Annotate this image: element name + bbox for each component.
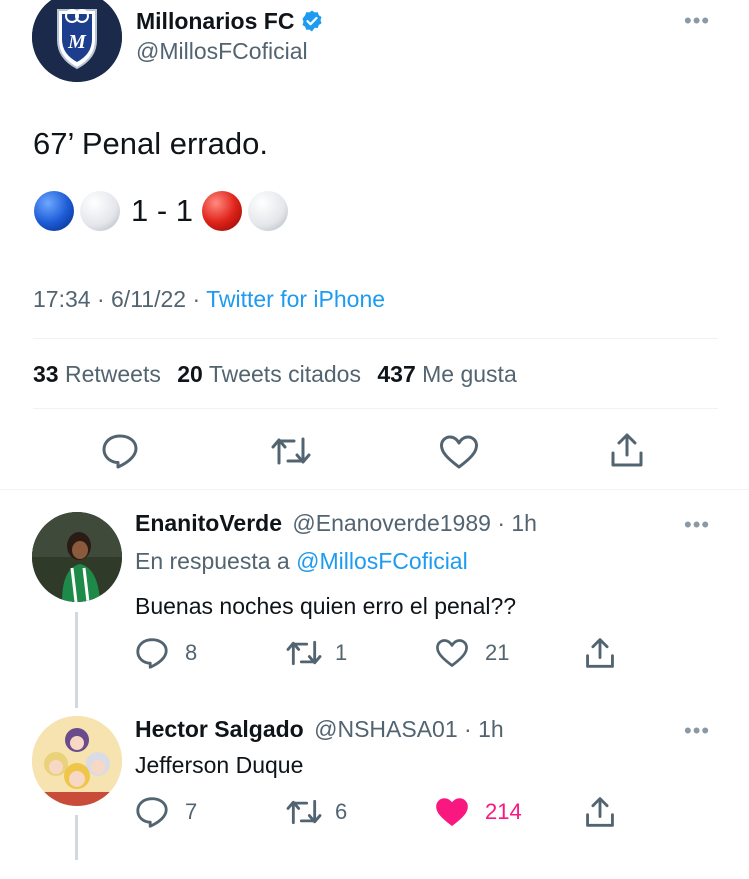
meta-separator: · xyxy=(192,286,207,312)
millonarios-crest-logo: M xyxy=(32,0,122,82)
heart-icon xyxy=(436,639,468,667)
heart-icon xyxy=(440,435,478,469)
retweet-count: 6 xyxy=(335,799,348,824)
share-icon xyxy=(586,797,614,827)
reply-action-like[interactable]: 214 xyxy=(435,797,522,827)
meta-separator: · xyxy=(497,510,512,536)
verified-badge-icon xyxy=(300,9,324,33)
more-options-icon[interactable]: ••• xyxy=(684,10,710,32)
engagement-stats: 33 Retweets 20 Tweets citados 437 Me gus… xyxy=(33,361,517,388)
divider xyxy=(33,338,718,339)
like-count: 214 xyxy=(485,799,522,824)
tweet-source-link[interactable]: Twitter for iPhone xyxy=(206,286,385,312)
reply-context-prefix: En respuesta a xyxy=(135,548,290,574)
reply-avatar[interactable] xyxy=(32,512,122,602)
divider xyxy=(33,408,718,409)
like-count: 21 xyxy=(485,640,510,665)
white-circle-emoji-icon xyxy=(247,190,289,232)
retweets-stat[interactable]: 33 Retweets xyxy=(33,361,161,387)
retweet-button[interactable] xyxy=(270,433,312,469)
like-button[interactable] xyxy=(439,434,479,470)
more-options-icon[interactable]: ••• xyxy=(684,514,710,536)
reply-to-handle-link[interactable]: @MillosFCoficial xyxy=(296,548,468,574)
reply-count: 8 xyxy=(185,640,198,665)
reply-header: EnanitoVerde @Enanoverde1989 · 1h xyxy=(135,510,537,537)
author-name[interactable]: Millonarios FC xyxy=(136,8,294,35)
tweet-time[interactable]: 17:34 xyxy=(33,286,91,312)
reply-action-reply[interactable]: 8 xyxy=(135,637,197,669)
reply-author-name[interactable]: Hector Salgado xyxy=(135,716,304,742)
tweet-date[interactable]: 6/11/22 xyxy=(111,286,186,312)
white-circle-emoji-icon xyxy=(79,190,121,232)
meta-separator: · xyxy=(464,716,479,742)
tweet-meta: 17:34 · 6/11/22 · Twitter for iPhone xyxy=(33,286,385,313)
share-icon xyxy=(611,433,643,467)
reply-context: En respuesta a @MillosFCoficial xyxy=(135,548,468,575)
reply-action-retweet[interactable]: 6 xyxy=(285,796,347,828)
svg-text:M: M xyxy=(67,31,87,53)
reply-time[interactable]: 1h xyxy=(511,510,537,536)
reply-action-like[interactable]: 21 xyxy=(435,638,509,668)
reply-author-name[interactable]: EnanitoVerde xyxy=(135,510,282,536)
retweet-icon xyxy=(286,799,322,825)
score-line: 1 - 1 xyxy=(33,189,289,233)
tweet-text: 67’ Penal errado. xyxy=(33,126,268,161)
author-avatar[interactable]: M xyxy=(32,0,122,82)
divider xyxy=(0,489,749,490)
reply-action-share[interactable] xyxy=(584,795,616,834)
likes-stat[interactable]: 437 Me gusta xyxy=(377,361,516,387)
heart-filled-icon xyxy=(436,798,468,826)
thread-line xyxy=(75,815,78,860)
quotes-stat[interactable]: 20 Tweets citados xyxy=(177,361,361,387)
score-text: 1 - 1 xyxy=(131,193,194,228)
reply-action-retweet[interactable]: 1 xyxy=(285,637,347,669)
reply-action-share[interactable] xyxy=(584,636,616,675)
reply-action-reply[interactable]: 7 xyxy=(135,796,197,828)
reply-count: 7 xyxy=(185,799,198,824)
more-options-icon[interactable]: ••• xyxy=(684,720,710,742)
reply-icon xyxy=(102,434,138,469)
reply-author-handle[interactable]: @Enanoverde1989 xyxy=(292,510,491,536)
share-icon xyxy=(586,638,614,668)
anime-characters-avatar xyxy=(32,716,122,806)
author-handle[interactable]: @MillosFCoficial xyxy=(136,38,308,65)
retweet-icon xyxy=(271,437,311,465)
author-name-row: Millonarios FC xyxy=(136,6,324,36)
reply-time[interactable]: 1h xyxy=(478,716,504,742)
thread-line xyxy=(75,612,78,708)
reply-header: Hector Salgado @NSHASA01 · 1h xyxy=(135,716,504,743)
retweet-count: 1 xyxy=(335,640,348,665)
reply-button[interactable] xyxy=(101,433,139,469)
blue-circle-emoji-icon xyxy=(33,190,75,232)
reply-author-handle[interactable]: @NSHASA01 xyxy=(314,716,458,742)
reply-text: Buenas noches quien erro el penal?? xyxy=(135,593,517,619)
reply-icon xyxy=(136,638,168,669)
player-photo-avatar xyxy=(32,512,122,602)
reply-icon xyxy=(136,797,168,828)
retweet-icon xyxy=(286,640,322,666)
meta-separator: · xyxy=(96,286,112,312)
reply-avatar[interactable] xyxy=(32,716,122,806)
share-button[interactable] xyxy=(609,431,645,469)
reply-text: Jefferson Duque xyxy=(135,752,304,778)
red-circle-emoji-icon xyxy=(201,190,243,232)
